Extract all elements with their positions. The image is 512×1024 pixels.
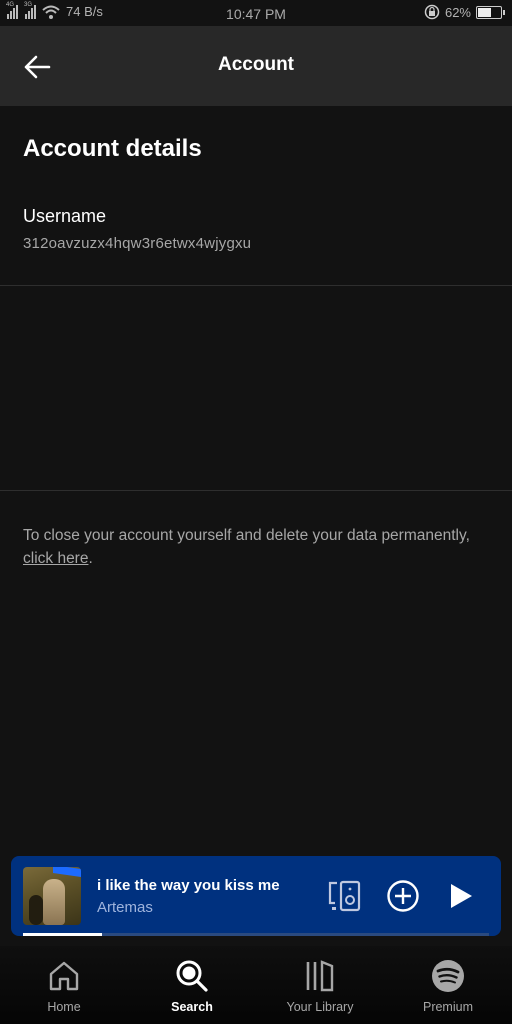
battery-percent: 62%	[444, 4, 471, 20]
nav-label: Premium	[422, 1000, 473, 1014]
close-account-period: .	[88, 550, 93, 567]
battery-level	[478, 7, 491, 17]
nav-item-your-library[interactable]: Your Library	[270, 958, 370, 1014]
connect-device-button[interactable]	[327, 878, 363, 914]
mini-player[interactable]: i like the way you kiss me Artemas	[11, 856, 501, 936]
close-account-text: To close your account yourself and delet…	[23, 524, 493, 570]
play-button[interactable]	[443, 878, 479, 914]
track-artist: Artemas	[97, 899, 153, 916]
nav-label: Search	[171, 1000, 213, 1014]
nav-label: Home	[47, 1000, 81, 1014]
track-title: i like the way you kiss me	[97, 877, 280, 894]
album-art	[23, 867, 81, 925]
home-icon	[49, 961, 79, 991]
nav-item-home[interactable]: Home	[14, 958, 114, 1014]
divider	[0, 285, 512, 286]
connect-device-icon	[328, 880, 361, 912]
username-value: 312oavzuzx4hqw3r6etwx4wjygxu	[23, 235, 252, 252]
top-app-bar: Account	[0, 26, 512, 106]
account-details-heading: Account details	[23, 135, 202, 162]
status-bar: 4G 3G 74 B/s 10:47 PM 62%	[0, 0, 512, 26]
username-label: Username	[23, 206, 107, 226]
playback-progress-fill	[23, 933, 103, 936]
nav-label: Your Library	[286, 1000, 354, 1014]
divider	[0, 490, 512, 491]
add-circle-icon	[387, 880, 419, 912]
playback-progress-bar[interactable]	[23, 933, 489, 936]
add-to-library-button[interactable]	[385, 878, 421, 914]
library-icon	[306, 960, 334, 992]
play-icon	[451, 884, 472, 908]
battery-icon	[476, 5, 505, 19]
bottom-navigation: Home Search Your Library Premium	[0, 946, 512, 1024]
nav-item-search[interactable]: Search	[142, 958, 242, 1014]
close-account-link[interactable]: click here	[23, 550, 88, 567]
nav-item-premium[interactable]: Premium	[398, 958, 498, 1014]
spotify-icon	[432, 960, 464, 992]
search-icon	[176, 960, 208, 992]
close-account-description: To close your account yourself and delet…	[23, 527, 470, 544]
page-title: Account	[218, 54, 294, 75]
rotation-lock-icon	[424, 4, 440, 20]
